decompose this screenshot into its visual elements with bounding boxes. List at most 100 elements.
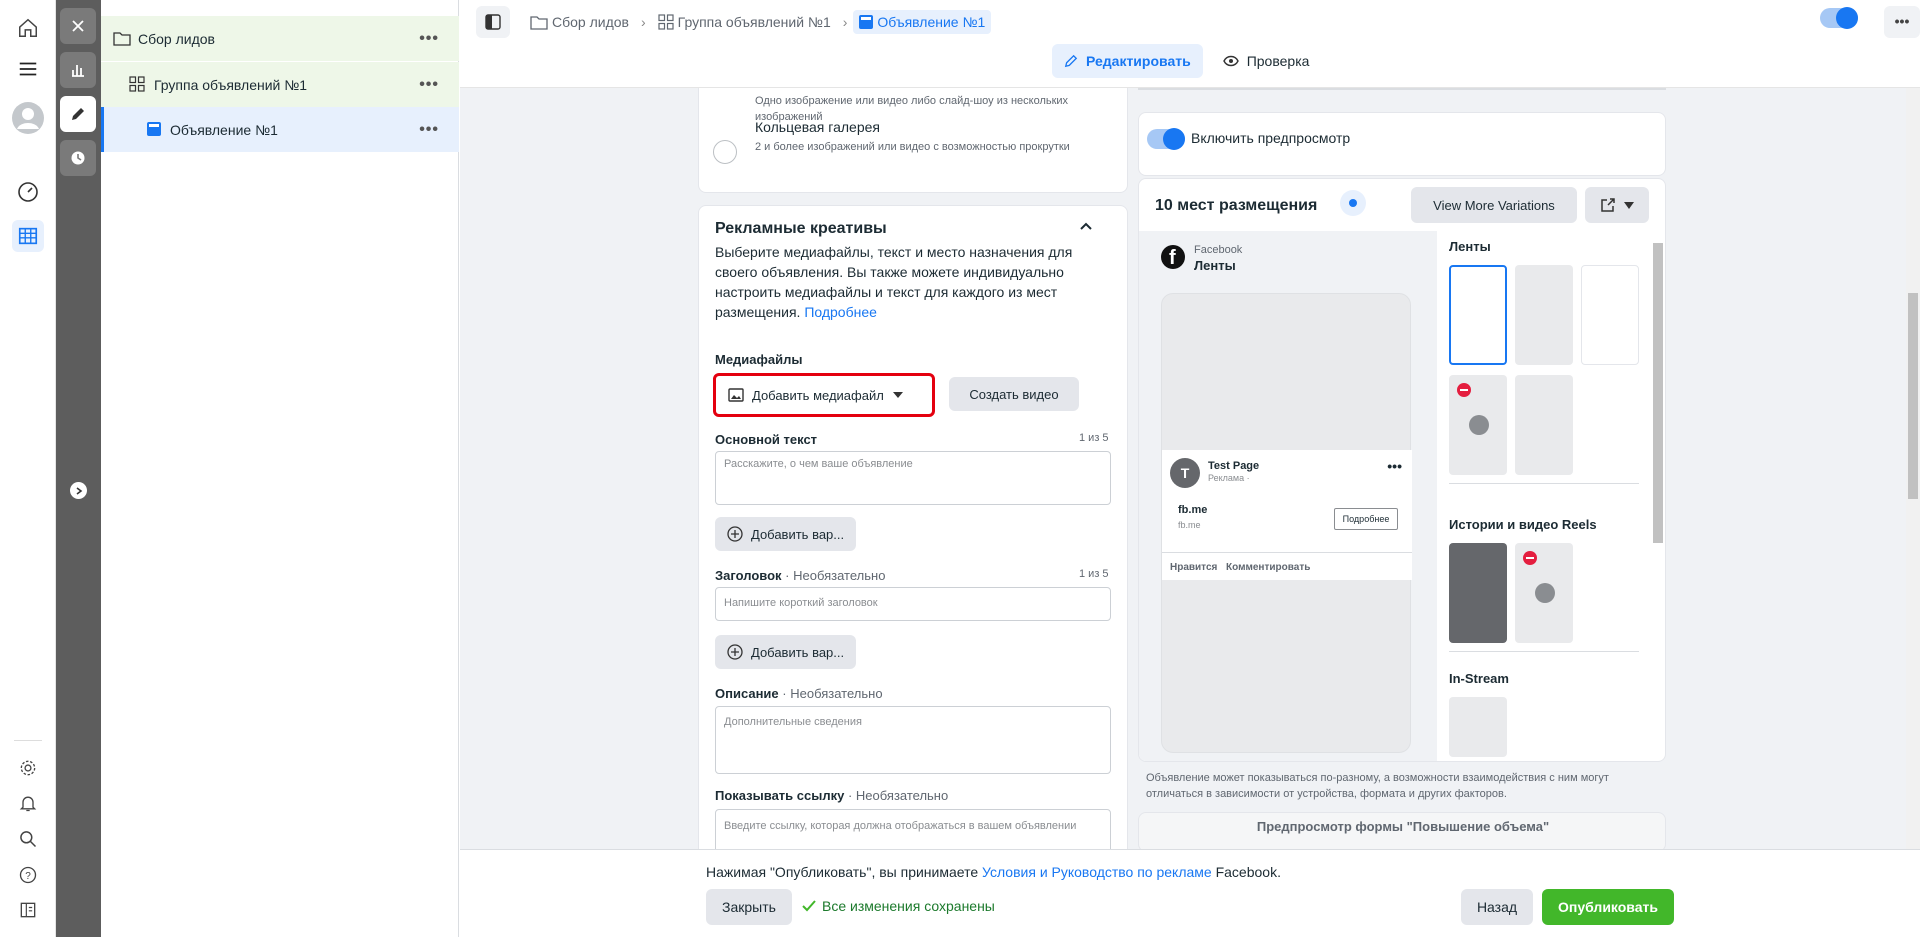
help-icon[interactable]: ? — [12, 859, 44, 891]
section-stories: Истории и видео Reels — [1449, 517, 1597, 532]
divider — [1138, 88, 1666, 90]
chevron-up-icon[interactable] — [1079, 220, 1093, 234]
link-sub: fb.me — [1178, 520, 1201, 530]
top-bar: Сбор лидов › Группа объявлений №1 › Объя… — [460, 0, 1920, 88]
breadcrumb-adset[interactable]: Группа объявлений №1 — [652, 10, 837, 34]
scrollbar[interactable] — [1653, 243, 1663, 543]
placement-thumb[interactable] — [1515, 265, 1573, 365]
placement-thumb[interactable] — [1515, 543, 1573, 643]
clock-icon[interactable] — [60, 140, 96, 176]
svg-text:?: ? — [25, 871, 31, 882]
placeholder: Введите ссылку, которая должна отображат… — [724, 820, 1077, 832]
section-title: Рекламные креативы — [715, 220, 887, 237]
placement-thumb[interactable] — [1449, 265, 1507, 365]
bottom-bar: Нажимая "Опубликовать", вы принимаете Ус… — [460, 849, 1920, 937]
add-variant-button[interactable]: Добавить вар... — [715, 635, 857, 669]
carousel-desc: 2 и более изображений или видео с возмож… — [755, 141, 1070, 153]
breadcrumb-campaign[interactable]: Сбор лидов — [524, 10, 635, 34]
display-link-field[interactable]: Введите ссылку, которая должна отображат… — [715, 809, 1111, 849]
search-icon[interactable] — [12, 823, 44, 855]
more-options-icon[interactable]: ••• — [419, 76, 439, 94]
placeholder: Дополнительные сведения — [724, 716, 862, 728]
saved-text: Все изменения сохранены — [822, 898, 995, 914]
open-external-button[interactable] — [1585, 187, 1649, 223]
tree-item-ad[interactable]: Объявление №1 ••• — [101, 107, 459, 152]
display-link-label: Показывать ссылку · Необязательно — [715, 788, 948, 803]
comment-label: Комментировать — [1226, 562, 1311, 573]
page-scrollbar[interactable] — [1906, 88, 1920, 849]
image-icon — [728, 388, 744, 402]
tab-label: Редактировать — [1086, 53, 1191, 69]
section-description: Выберите медиафайлы, текст и место назна… — [715, 242, 1075, 322]
preview-toggle-card: Включить предпросмотр — [1138, 112, 1666, 176]
facebook-logo-icon: f — [1161, 245, 1185, 269]
cta-button: Подробнее — [1334, 508, 1398, 530]
bar-chart-icon[interactable] — [60, 52, 96, 88]
placement-thumb[interactable] — [1449, 375, 1507, 475]
breadcrumb: Сбор лидов › Группа объявлений №1 › Объя… — [524, 8, 992, 36]
placement-thumb[interactable] — [1515, 375, 1573, 475]
publish-button[interactable]: Опубликовать — [1542, 889, 1674, 925]
more-options-button[interactable]: ••• — [1884, 6, 1920, 38]
expand-chevron-icon[interactable] — [70, 482, 87, 499]
tab-edit[interactable]: Редактировать — [1052, 44, 1203, 78]
bell-icon[interactable] — [12, 787, 44, 819]
headline-count: 1 из 5 — [1079, 568, 1109, 580]
pencil-icon[interactable] — [60, 96, 96, 132]
primary-text-field[interactable]: Расскажите, о чем ваше объявление — [715, 451, 1111, 505]
headline-label: Заголовок · Необязательно — [715, 568, 885, 583]
view-more-variations-button[interactable]: View More Variations — [1411, 187, 1577, 223]
campaign-tree-panel: Сбор лидов ••• Группа объявлений №1 ••• … — [101, 0, 459, 937]
ad-status-toggle[interactable] — [1820, 7, 1858, 29]
carousel-radio[interactable] — [713, 140, 737, 164]
learn-more-link[interactable]: Подробнее — [804, 304, 877, 320]
avatar[interactable] — [12, 102, 44, 134]
preview-toggle[interactable] — [1147, 128, 1185, 150]
chevron-right-icon: › — [842, 14, 848, 30]
button-label: Добавить медиафайл — [752, 387, 884, 403]
create-video-button[interactable]: Создать видео — [949, 377, 1079, 411]
tree-item-campaign[interactable]: Сбор лидов ••• — [101, 16, 459, 61]
preview-placement: Ленты — [1194, 258, 1236, 273]
preview-card: 10 мест размещения View More Variations … — [1138, 178, 1666, 762]
ads-manager-table-icon[interactable] — [12, 220, 44, 252]
placement-thumb[interactable] — [1449, 543, 1507, 643]
global-nav-rail: ? — [0, 0, 56, 937]
preview-pane: f Facebook Ленты T Test Page Реклама · •… — [1139, 231, 1437, 761]
minus-circle-icon — [1523, 551, 1537, 565]
section-instream: In-Stream — [1449, 671, 1509, 686]
tree-item-adset[interactable]: Группа объявлений №1 ••• — [101, 62, 459, 107]
terms-link[interactable]: Условия и Руководство по рекламе — [982, 864, 1212, 880]
home-icon[interactable] — [12, 12, 44, 44]
report-panel-icon[interactable] — [12, 894, 44, 926]
folder-icon — [530, 16, 548, 30]
saved-status: Все изменения сохранены — [802, 898, 995, 914]
more-options-icon[interactable]: ••• — [419, 121, 439, 139]
tab-label: Проверка — [1246, 53, 1310, 69]
facebook-logo-icon — [1469, 415, 1489, 435]
dashboard-gauge-icon[interactable] — [12, 176, 44, 208]
breadcrumb-label: Группа объявлений №1 — [677, 14, 831, 30]
label-text: Показывать ссылку — [715, 788, 845, 803]
gear-icon[interactable] — [12, 752, 44, 784]
plus-circle-icon — [727, 526, 743, 542]
optional-tag: · Необязательно — [785, 568, 886, 583]
like-label: Нравится — [1170, 562, 1218, 573]
add-variant-button[interactable]: Добавить вар... — [715, 517, 857, 551]
more-options-icon[interactable]: ••• — [419, 30, 439, 48]
add-media-button[interactable]: Добавить медиафайл — [713, 373, 935, 417]
close-button[interactable]: Закрыть — [706, 889, 792, 925]
caret-down-icon — [1624, 201, 1634, 209]
close-icon[interactable] — [60, 8, 96, 44]
toggle-panel-button[interactable] — [476, 6, 510, 38]
breadcrumb-ad[interactable]: Объявление №1 — [853, 10, 992, 34]
back-button[interactable]: Назад — [1461, 889, 1533, 925]
form-preview-card: Предпросмотр формы "Повышение объема" — [1138, 812, 1666, 849]
headline-field[interactable]: Напишите короткий заголовок — [715, 587, 1111, 621]
menu-icon[interactable] — [12, 53, 44, 85]
placement-thumb[interactable] — [1581, 265, 1639, 365]
tab-review[interactable]: Проверка — [1211, 44, 1322, 78]
placements-title: 10 мест размещения — [1155, 197, 1318, 214]
description-field[interactable]: Дополнительные сведения — [715, 706, 1111, 774]
placement-thumb[interactable] — [1449, 697, 1507, 757]
